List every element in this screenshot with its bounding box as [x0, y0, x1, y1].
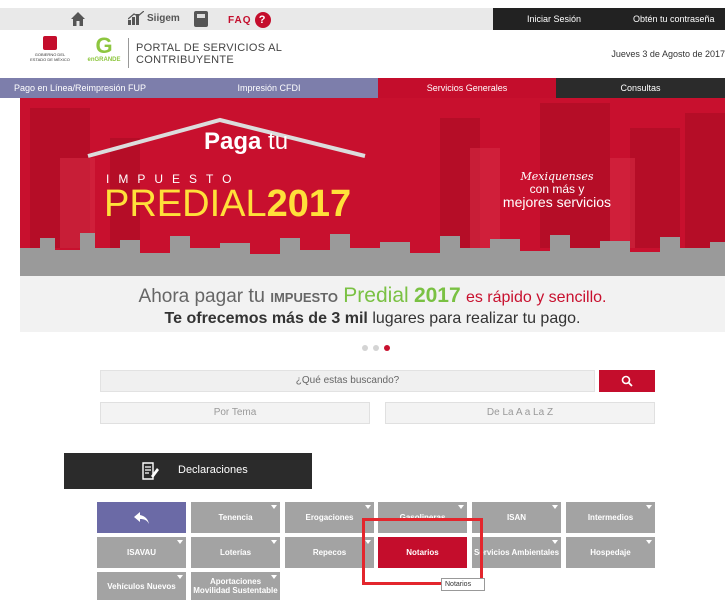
banner-year: 2017: [266, 183, 352, 225]
tile-erogaciones[interactable]: Erogaciones: [285, 502, 374, 533]
tagline-year: 2017: [413, 284, 461, 307]
dropdown-arrow-icon: [271, 540, 277, 544]
banner-paga: Paga: [204, 128, 262, 155]
carousel-dot[interactable]: [362, 345, 368, 351]
tile-label-line2: Movilidad Sustentable: [193, 586, 278, 595]
nav-item-pago-en-linea[interactable]: Pago en Línea/Reimpresión FUP: [0, 78, 160, 98]
account-links: Iniciar Sesión Obtén tu contraseña: [493, 8, 725, 30]
faq-label: FAQ: [228, 14, 252, 26]
dropdown-arrow-icon: [458, 505, 464, 509]
dropdown-arrow-icon: [177, 575, 183, 579]
tile-label: Servicios Ambientales: [473, 548, 560, 557]
login-link[interactable]: Iniciar Sesión: [527, 14, 581, 24]
get-password-link[interactable]: Obtén tu contraseña: [633, 14, 715, 24]
highlight-box: [362, 518, 483, 585]
tile-label: ISAVAU: [126, 548, 157, 557]
declaraciones-header[interactable]: Declaraciones: [64, 453, 312, 489]
state-logo-text: GOBIERNO DEL ESTADO DE MÉXICO: [30, 52, 70, 62]
dropdown-arrow-icon: [646, 505, 652, 509]
banner-slogan-3: mejores servicios: [502, 194, 612, 210]
tagline2-rest: lugares para realizar tu pago.: [372, 310, 581, 327]
tagline-predial: Predial: [343, 284, 409, 307]
carousel-dots: [362, 345, 390, 351]
calculator-icon[interactable]: [194, 11, 208, 27]
engrande-logo[interactable]: G enGRANDE: [84, 33, 124, 64]
back-arrow-icon: [133, 511, 149, 524]
state-logo[interactable]: GOBIERNO DEL ESTADO DE MÉXICO: [28, 36, 72, 62]
back-button[interactable]: [97, 502, 186, 533]
header: GOBIERNO DEL ESTADO DE MÉXICO G enGRANDE…: [0, 30, 725, 76]
tile-aportaciones[interactable]: Aportaciones Movilidad Sustentable: [191, 572, 280, 600]
search-icon: [621, 375, 633, 387]
home-icon[interactable]: [70, 11, 86, 27]
tagline-end: es rápido y sencillo.: [465, 289, 607, 306]
banner-tu: tu: [268, 128, 289, 155]
tile-label-line1: Aportaciones: [209, 577, 262, 586]
dropdown-arrow-icon: [646, 540, 652, 544]
tagline-a: Ahora pagar: [138, 286, 244, 307]
carousel-dot[interactable]: [373, 345, 379, 351]
search-button[interactable]: [599, 370, 655, 392]
tile-servicios-ambientales[interactable]: Servicios Ambientales: [472, 537, 561, 568]
tagline-line1: Ahora pagar tu IMPUESTO Predial 2017 es …: [20, 284, 725, 308]
tile-hospedaje[interactable]: Hospedaje: [566, 537, 655, 568]
document-edit-icon: [142, 462, 159, 480]
tooltip: Notarios: [441, 578, 485, 591]
hero-banner[interactable]: Paga tu IMPUESTO PREDIAL2017 Mexiquenses…: [20, 98, 725, 276]
dropdown-arrow-icon: [177, 540, 183, 544]
tile-label: Loterías: [219, 548, 252, 557]
question-mark-icon: ?: [254, 12, 271, 28]
dropdown-arrow-icon: [271, 575, 277, 579]
siigem-label: Siigem: [147, 12, 180, 24]
tile-label: Hospedaje: [590, 548, 631, 557]
g-logo-icon: G: [95, 33, 113, 58]
tagline2-bold: Te ofrecemos más de 3 mil: [164, 310, 368, 327]
tile-isan[interactable]: ISAN: [472, 502, 561, 533]
banner-slogan: Mexiquenses con más y mejores servicios: [482, 170, 632, 209]
dropdown-arrow-icon: [552, 505, 558, 509]
tile-loterias[interactable]: Loterías: [191, 537, 280, 568]
nav-item-consultas[interactable]: Consultas: [556, 78, 725, 98]
nav-item-impresion-cfdi[interactable]: Impresión CFDI: [160, 78, 378, 98]
portal-title-line2: CONTRIBUYENTE: [136, 54, 235, 66]
tile-intermedios[interactable]: Intermedios: [566, 502, 655, 533]
portal-title-line1: PORTAL DE SERVICIOS AL: [136, 42, 283, 54]
state-seal-icon: [43, 36, 57, 50]
dropdown-arrow-icon: [365, 505, 371, 509]
banner-paga-tu: Paga tu: [204, 128, 288, 156]
search-input[interactable]: ¿Qué estas buscando?: [100, 370, 595, 392]
tile-label: Tenencia: [218, 513, 253, 522]
tile-label: Intermedios: [587, 513, 634, 522]
tile-label: Erogaciones: [305, 513, 354, 522]
tagline-line2: Te ofrecemos más de 3 mil lugares para r…: [20, 310, 725, 328]
top-utility-bar: Siigem FAQ ? Iniciar Sesión Obtén tu con…: [0, 8, 725, 30]
main-nav: Pago en Línea/Reimpresión FUP Impresión …: [0, 78, 725, 98]
tile-label: Vehículos Nuevos: [107, 581, 176, 591]
siigem-link[interactable]: Siigem: [128, 11, 180, 25]
banner-tagline: Ahora pagar tu IMPUESTO Predial 2017 es …: [20, 276, 725, 332]
tagline-impuesto: IMPUESTO: [270, 290, 339, 305]
dropdown-arrow-icon: [271, 505, 277, 509]
dropdown-arrow-icon: [552, 540, 558, 544]
tile-repecos[interactable]: Repecos: [285, 537, 374, 568]
carousel-dot-active[interactable]: [384, 345, 390, 351]
by-topic-button[interactable]: Por Tema: [100, 402, 370, 424]
tile-vehiculos-nuevos[interactable]: Vehículos Nuevos: [97, 572, 186, 600]
divider: [128, 38, 129, 68]
engrande-text: enGRANDE: [87, 57, 121, 63]
tile-label: ISAN: [506, 513, 527, 522]
nav-item-servicios-generales[interactable]: Servicios Generales: [378, 78, 556, 98]
a-to-z-button[interactable]: De La A a La Z: [385, 402, 655, 424]
tile-tenencia[interactable]: Tenencia: [191, 502, 280, 533]
banner-predial: PREDIAL2017: [104, 184, 351, 224]
current-date: Jueves 3 de Agosto de 2017: [611, 49, 725, 59]
tagline-tu: tu: [248, 285, 266, 307]
tile-isavau[interactable]: ISAVAU: [97, 537, 186, 568]
bar-chart-icon: [128, 11, 144, 25]
tile-label: Repecos: [312, 548, 347, 557]
portal-title: PORTAL DE SERVICIOS AL CONTRIBUYENTE: [136, 42, 282, 66]
faq-link[interactable]: FAQ ?: [228, 12, 271, 28]
declaraciones-label: Declaraciones: [178, 464, 248, 476]
banner-predial-word: PREDIAL: [104, 183, 267, 225]
